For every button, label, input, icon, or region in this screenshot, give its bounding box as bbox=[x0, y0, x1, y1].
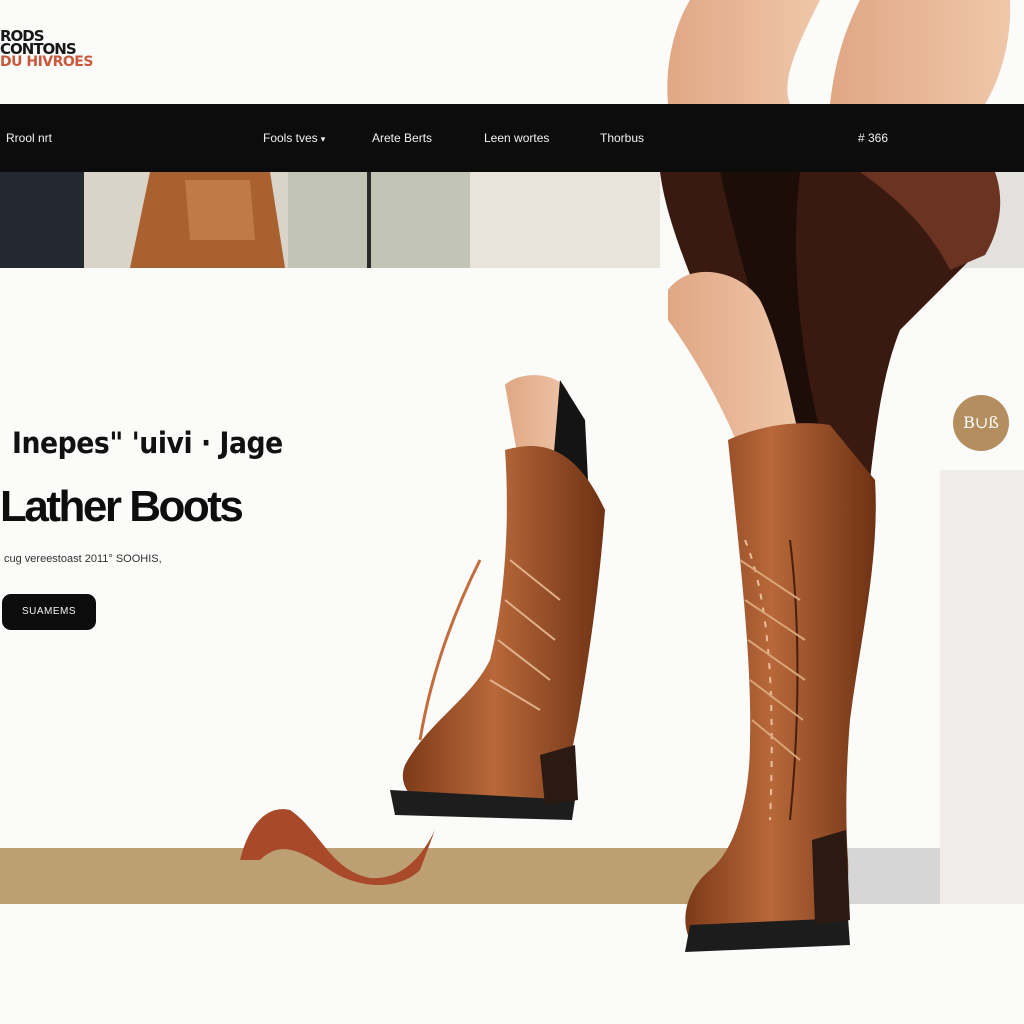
nav-item-3[interactable]: Leen wortes bbox=[484, 104, 549, 172]
hero-subtitle: Inepes" 'uivi · Jage bbox=[12, 426, 283, 460]
cta-button[interactable]: SUAMEMS bbox=[2, 594, 96, 630]
nav-item-4[interactable]: Thorbus bbox=[600, 104, 644, 172]
nav-brand-link[interactable]: Rrool nrt bbox=[6, 104, 52, 172]
hero-title: Lather Boots bbox=[0, 482, 244, 531]
nav-item-label: Fools tves bbox=[263, 131, 318, 145]
model-legs-top bbox=[667, 0, 1011, 104]
gallery-boot-fragment bbox=[130, 172, 371, 268]
main-navbar: Rrool nrt Fools tves ▾ Arete Berts Leen w… bbox=[0, 104, 1024, 172]
ribbon-swoosh bbox=[240, 809, 435, 885]
right-boot bbox=[685, 423, 876, 952]
nav-item-2[interactable]: Arete Berts bbox=[372, 104, 432, 172]
left-boot bbox=[390, 375, 605, 820]
hero-tagline: cug vereestoast 2011° SOOHIS, bbox=[4, 553, 162, 565]
chevron-down-icon: ▾ bbox=[320, 134, 326, 144]
nav-item-dropdown[interactable]: Fools tves ▾ bbox=[263, 104, 325, 172]
round-badge[interactable]: Β∪ß bbox=[953, 395, 1009, 451]
nav-extra-link[interactable]: # 366 bbox=[858, 104, 888, 172]
